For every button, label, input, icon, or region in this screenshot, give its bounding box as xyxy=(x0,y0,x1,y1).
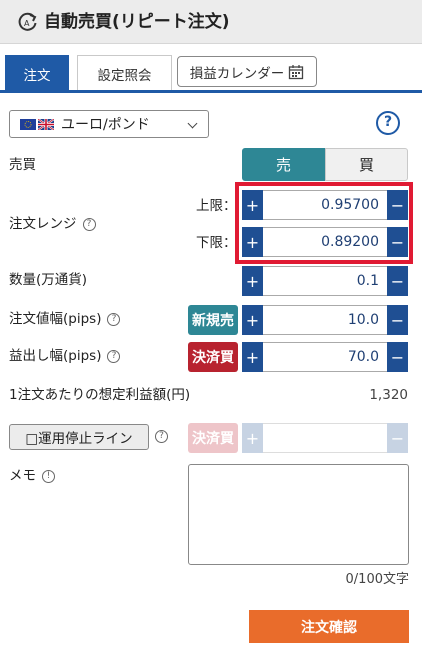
minus-icon: − xyxy=(387,423,408,453)
expected-profit-label: 1注文あたりの想定利益額(円) xyxy=(9,387,191,403)
plus-icon: + xyxy=(242,423,263,453)
new-sell-badge: 新規売 xyxy=(188,305,238,335)
memo-label: メモ xyxy=(9,468,36,484)
minus-icon[interactable]: − xyxy=(387,305,408,335)
tab-settings-label: 設定照会 xyxy=(97,67,152,84)
profit-width-label-wrap: 益出し幅(pips)? xyxy=(9,346,121,366)
plus-icon[interactable]: + xyxy=(242,190,263,220)
upper-limit-label: 上限： xyxy=(196,198,237,214)
app-header: A 自動売買(リピート注文) xyxy=(0,0,422,44)
plus-icon[interactable]: + xyxy=(242,266,263,296)
memo-char-counter: 0/100文字 xyxy=(345,572,409,587)
buy-toggle-label: 買 xyxy=(358,156,374,174)
lower-limit-input[interactable]: 0.89200 xyxy=(263,227,387,257)
order-range-label: 注文レンジ xyxy=(9,216,77,232)
page-title: 自動売買(リピート注文) xyxy=(44,12,230,32)
tab-settings[interactable]: 設定照会 xyxy=(77,55,172,91)
upper-limit-input[interactable]: 0.95700 xyxy=(263,190,387,220)
calendar-icon xyxy=(289,64,304,79)
help-circle-icon[interactable]: ? xyxy=(82,217,96,231)
chevron-down-icon xyxy=(187,118,198,129)
plus-icon[interactable]: + xyxy=(242,342,263,372)
stop-line-toggle[interactable]: □運用停止ライン xyxy=(9,424,149,450)
side-label: 売買 xyxy=(9,157,36,173)
order-confirm-button[interactable]: 注文確認 xyxy=(249,610,409,643)
sell-toggle[interactable]: 売 xyxy=(242,148,325,181)
profit-width-label: 益出し幅(pips) xyxy=(9,348,102,364)
quantity-stepper[interactable]: + 0.1 − xyxy=(242,266,408,296)
tab-underline xyxy=(0,90,422,93)
minus-icon[interactable]: − xyxy=(387,342,408,372)
order-width-input[interactable]: 10.0 xyxy=(263,305,387,335)
tab-calendar-label: 損益カレンダー xyxy=(189,65,285,82)
tab-pl-calendar[interactable]: 損益カレンダー xyxy=(177,56,317,87)
help-circle-icon[interactable]: ? xyxy=(155,430,168,443)
lower-limit-label: 下限： xyxy=(196,235,237,251)
quantity-input[interactable]: 0.1 xyxy=(263,266,387,296)
eu-flag-icon xyxy=(20,118,36,130)
lower-limit-stepper[interactable]: + 0.89200 − xyxy=(242,227,408,257)
order-width-label-wrap: 注文値幅(pips)? xyxy=(9,309,121,329)
minus-icon[interactable]: − xyxy=(387,190,408,220)
tab-order-label: 注文 xyxy=(23,67,51,84)
expected-profit-value: 1,320 xyxy=(369,387,408,403)
stop-line-stepper: + − xyxy=(242,423,408,453)
minus-icon[interactable]: − xyxy=(387,227,408,257)
stop-line-input xyxy=(263,423,387,453)
memo-textarea[interactable] xyxy=(188,464,409,565)
repeat-arrow-icon: A xyxy=(18,12,37,31)
uk-flag-icon xyxy=(38,118,54,130)
upper-limit-stepper[interactable]: + 0.95700 − xyxy=(242,190,408,220)
plus-icon[interactable]: + xyxy=(242,305,263,335)
profit-width-stepper[interactable]: + 70.0 − xyxy=(242,342,408,372)
close-buy-badge: 決済買 xyxy=(188,342,238,372)
memo-label-wrap: メモ! xyxy=(9,466,55,486)
quantity-label: 数量(万通貨) xyxy=(9,272,88,288)
currency-pair-select[interactable]: ユーロ/ポンド xyxy=(9,110,209,138)
currency-pair-value: ユーロ/ポンド xyxy=(61,117,150,133)
profit-width-input[interactable]: 70.0 xyxy=(263,342,387,372)
tab-order[interactable]: 注文 xyxy=(5,55,69,91)
buy-toggle[interactable]: 買 xyxy=(325,148,408,181)
order-width-label: 注文値幅(pips) xyxy=(9,311,102,327)
order-width-stepper[interactable]: + 10.0 − xyxy=(242,305,408,335)
help-circle-icon[interactable]: ? xyxy=(107,349,121,363)
minus-icon[interactable]: − xyxy=(387,266,408,296)
svg-text:A: A xyxy=(24,19,30,28)
info-icon[interactable]: ! xyxy=(42,469,55,483)
plus-icon[interactable]: + xyxy=(242,227,263,257)
sell-toggle-label: 売 xyxy=(275,156,291,174)
order-confirm-label: 注文確認 xyxy=(301,619,357,636)
close-buy-badge-disabled: 決済買 xyxy=(188,423,238,453)
help-circle-icon[interactable]: ? xyxy=(107,312,121,326)
order-range-label-wrap: 注文レンジ? xyxy=(9,214,96,234)
stop-line-label: □運用停止ライン xyxy=(25,431,133,447)
help-icon[interactable]: ? xyxy=(376,111,400,135)
